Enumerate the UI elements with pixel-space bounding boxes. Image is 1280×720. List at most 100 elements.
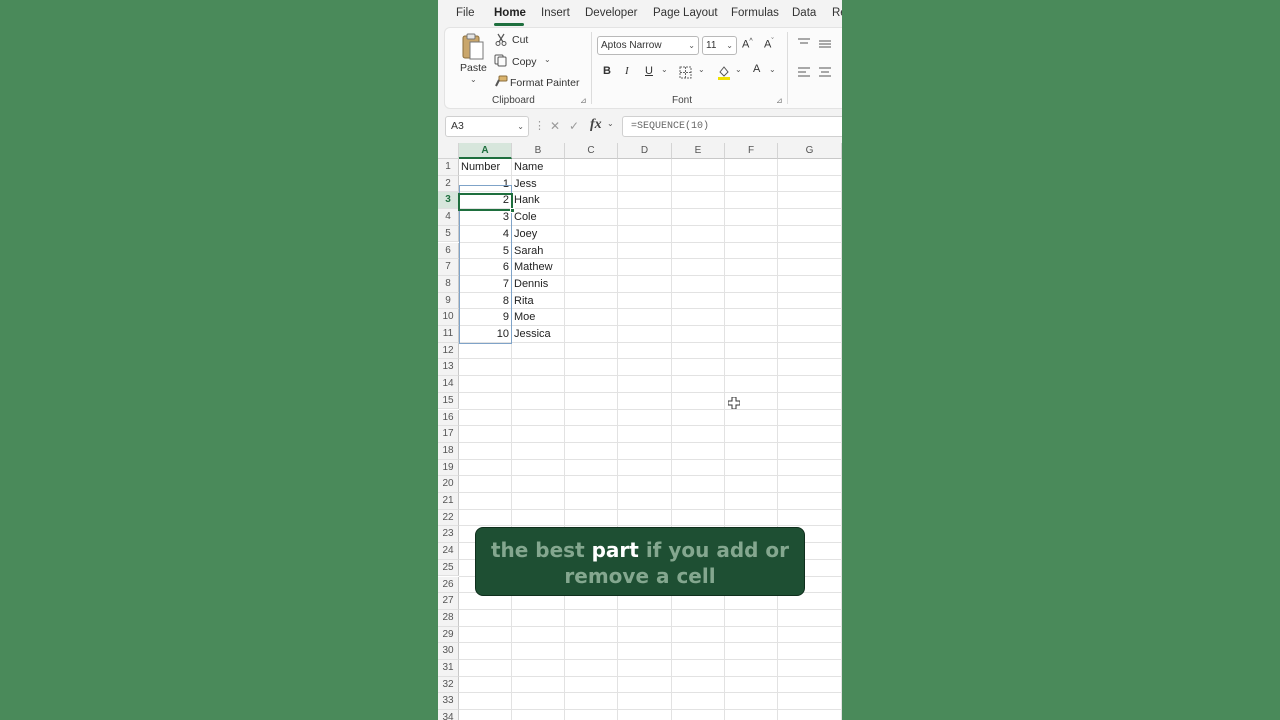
align-left-icon[interactable]: [797, 66, 811, 78]
increase-font-size-button[interactable]: A^: [742, 38, 753, 51]
font-size-select[interactable]: 11 ⌄: [702, 36, 737, 55]
decrease-font-size-button[interactable]: Aˇ: [764, 38, 774, 51]
tab-review[interactable]: Re: [832, 7, 842, 19]
name-cell[interactable]: Jessica: [514, 326, 551, 343]
font-launcher-icon[interactable]: ⊿: [776, 96, 783, 105]
middle-align-icon[interactable]: [818, 39, 832, 49]
format-painter-button[interactable]: Format Painter: [510, 77, 579, 89]
italic-button[interactable]: I: [625, 65, 629, 77]
font-name-select[interactable]: Aptos Narrow ⌄: [597, 36, 699, 55]
row-header[interactable]: 8: [438, 275, 459, 293]
header-cell-name[interactable]: Name: [514, 159, 543, 176]
copy-icon[interactable]: [494, 54, 508, 67]
row-header[interactable]: 2: [438, 175, 459, 193]
tab-page-layout[interactable]: Page Layout: [653, 7, 718, 19]
row-header[interactable]: 12: [438, 342, 459, 360]
fill-color-dropdown-icon[interactable]: ⌄: [735, 65, 742, 74]
tab-data[interactable]: Data: [792, 7, 816, 19]
row-header[interactable]: 15: [438, 392, 459, 410]
more-options-icon[interactable]: ⋮: [534, 119, 545, 132]
font-color-button[interactable]: A: [753, 63, 760, 75]
name-cell[interactable]: Jess: [514, 176, 537, 193]
row-header[interactable]: 1: [438, 159, 459, 176]
number-cell[interactable]: 8: [459, 293, 509, 310]
number-cell[interactable]: 1: [459, 176, 509, 193]
row-header[interactable]: 28: [438, 609, 459, 627]
name-cell[interactable]: Joey: [514, 226, 537, 243]
row-header[interactable]: 30: [438, 643, 459, 660]
row-header[interactable]: 16: [438, 409, 459, 427]
column-header-g[interactable]: G: [778, 143, 842, 159]
paste-icon[interactable]: [460, 32, 486, 62]
name-cell[interactable]: Rita: [514, 293, 534, 310]
row-header[interactable]: 18: [438, 442, 459, 460]
number-cell[interactable]: 4: [459, 226, 509, 243]
tab-formulas[interactable]: Formulas: [731, 7, 779, 19]
column-header-f[interactable]: F: [725, 143, 778, 159]
clipboard-launcher-icon[interactable]: ⊿: [580, 96, 587, 105]
name-cell[interactable]: Dennis: [514, 276, 548, 293]
top-align-icon[interactable]: [797, 38, 811, 48]
name-cell[interactable]: Hank: [514, 192, 540, 209]
row-header[interactable]: 20: [438, 476, 459, 493]
number-cell[interactable]: 3: [459, 209, 509, 226]
row-header[interactable]: 32: [438, 676, 459, 694]
column-header-b[interactable]: B: [512, 143, 565, 159]
name-cell[interactable]: Moe: [514, 309, 535, 326]
column-header-c[interactable]: C: [565, 143, 618, 159]
insert-function-dropdown-icon[interactable]: ⌄: [607, 119, 614, 128]
row-header[interactable]: 5: [438, 225, 459, 243]
row-header[interactable]: 25: [438, 559, 459, 577]
fill-handle[interactable]: [510, 208, 515, 213]
row-header[interactable]: 24: [438, 543, 459, 560]
row-header[interactable]: 31: [438, 660, 459, 677]
select-all-corner[interactable]: [438, 143, 459, 159]
row-header[interactable]: 17: [438, 426, 459, 443]
insert-function-button[interactable]: fx: [590, 117, 602, 133]
name-cell[interactable]: Sarah: [514, 243, 543, 260]
row-header[interactable]: 3: [438, 192, 459, 210]
align-center-icon[interactable]: [818, 66, 832, 78]
paste-button[interactable]: Paste: [460, 62, 487, 74]
column-header-d[interactable]: D: [618, 143, 672, 159]
name-cell[interactable]: Cole: [514, 209, 537, 226]
number-cell[interactable]: 7: [459, 276, 509, 293]
worksheet-grid[interactable]: ABCDEFG 1 2 3 4 5 6 7 8 9 10 11 12 13 14 15 16 17 18 19 20 2…: [438, 143, 842, 720]
name-box[interactable]: A3 ⌄: [445, 116, 529, 137]
row-header[interactable]: 7: [438, 259, 459, 276]
column-header-a[interactable]: A: [459, 143, 512, 159]
row-header[interactable]: 21: [438, 493, 459, 510]
row-header[interactable]: 33: [438, 693, 459, 711]
row-header[interactable]: 29: [438, 626, 459, 644]
bold-button[interactable]: B: [603, 65, 611, 77]
tab-developer[interactable]: Developer: [585, 7, 637, 19]
number-cell[interactable]: 2: [459, 192, 509, 209]
row-header[interactable]: 19: [438, 459, 459, 477]
number-cell[interactable]: 10: [459, 326, 509, 343]
row-header[interactable]: 13: [438, 359, 459, 377]
format-painter-icon[interactable]: [494, 75, 508, 88]
cancel-icon[interactable]: ✕: [550, 119, 560, 133]
row-header[interactable]: 4: [438, 209, 459, 226]
row-header[interactable]: 10: [438, 309, 459, 326]
row-header[interactable]: 11: [438, 326, 459, 343]
row-header[interactable]: 23: [438, 526, 459, 544]
borders-dropdown-icon[interactable]: ⌄: [698, 65, 705, 74]
formula-input[interactable]: =SEQUENCE(10): [622, 116, 842, 137]
row-header[interactable]: 9: [438, 292, 459, 310]
row-header[interactable]: 22: [438, 509, 459, 527]
row-header[interactable]: 27: [438, 593, 459, 610]
font-color-dropdown-icon[interactable]: ⌄: [769, 65, 776, 74]
fill-color-icon[interactable]: [717, 64, 731, 80]
header-cell-number[interactable]: Number: [461, 159, 500, 176]
tab-file[interactable]: File: [456, 7, 475, 19]
cut-icon[interactable]: [495, 33, 507, 46]
row-header[interactable]: 14: [438, 376, 459, 393]
name-cell[interactable]: Mathew: [514, 259, 553, 276]
number-cell[interactable]: 9: [459, 309, 509, 326]
row-header[interactable]: 6: [438, 242, 459, 260]
row-header[interactable]: 34: [438, 710, 459, 720]
tab-home[interactable]: Home: [494, 7, 526, 19]
tab-insert[interactable]: Insert: [541, 7, 570, 19]
enter-icon[interactable]: ✓: [569, 119, 579, 133]
